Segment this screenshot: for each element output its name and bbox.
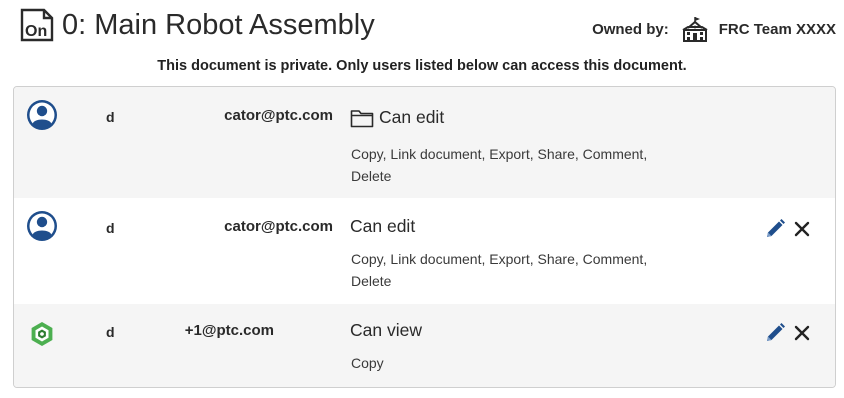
logo-text: On <box>25 23 47 40</box>
permission-indicator: Can edit <box>350 107 444 128</box>
remove-share-button[interactable] <box>792 323 812 343</box>
permission-level: Can edit <box>379 107 445 127</box>
user-email: +1@ptc.com <box>184 322 274 339</box>
permission-rights: Copy, Link document, Export, Share, Comm… <box>351 251 648 289</box>
onshape-app-icon <box>31 322 53 346</box>
user-email: cator@ptc.com <box>224 218 333 235</box>
user-avatar-icon <box>27 100 57 130</box>
onshape-document-icon: On <box>20 8 54 42</box>
folder-icon <box>350 109 374 127</box>
user-name: d <box>106 324 115 340</box>
permission-level: Can view <box>350 320 422 340</box>
school-building-icon <box>682 17 708 42</box>
share-row: d cator@ptc.com Can edit Copy, Link docu… <box>14 87 835 198</box>
user-avatar-icon <box>27 211 57 241</box>
permission-rights: Copy <box>351 355 384 371</box>
privacy-notice: This document is private. Only users lis… <box>157 58 687 74</box>
share-row: d cator@ptc.com Can edit Copy, Link docu… <box>14 198 835 304</box>
permission-indicator: Can view <box>350 320 422 341</box>
permission-level: Can edit <box>350 216 416 236</box>
document-header: On 0: Main Robot Assembly Owned by: FRC … <box>20 6 840 46</box>
edit-permission-button[interactable] <box>764 322 786 344</box>
owned-by-label: Owned by: <box>592 20 669 38</box>
remove-share-button[interactable] <box>792 219 812 239</box>
document-title: 0: Main Robot Assembly <box>62 9 375 41</box>
edit-permission-button[interactable] <box>764 218 786 240</box>
user-name: d <box>106 220 115 236</box>
user-email: cator@ptc.com <box>224 107 333 124</box>
owner-name[interactable]: FRC Team XXXX <box>719 21 836 38</box>
share-list: d cator@ptc.com Can edit Copy, Link docu… <box>13 86 836 388</box>
share-row: d +1@ptc.com Can view Copy <box>14 304 835 387</box>
user-name: d <box>106 109 115 125</box>
permission-indicator: Can edit <box>350 216 415 237</box>
permission-rights: Copy, Link document, Export, Share, Comm… <box>351 146 648 184</box>
owner-info: Owned by: FRC Team XXXX <box>592 16 836 42</box>
